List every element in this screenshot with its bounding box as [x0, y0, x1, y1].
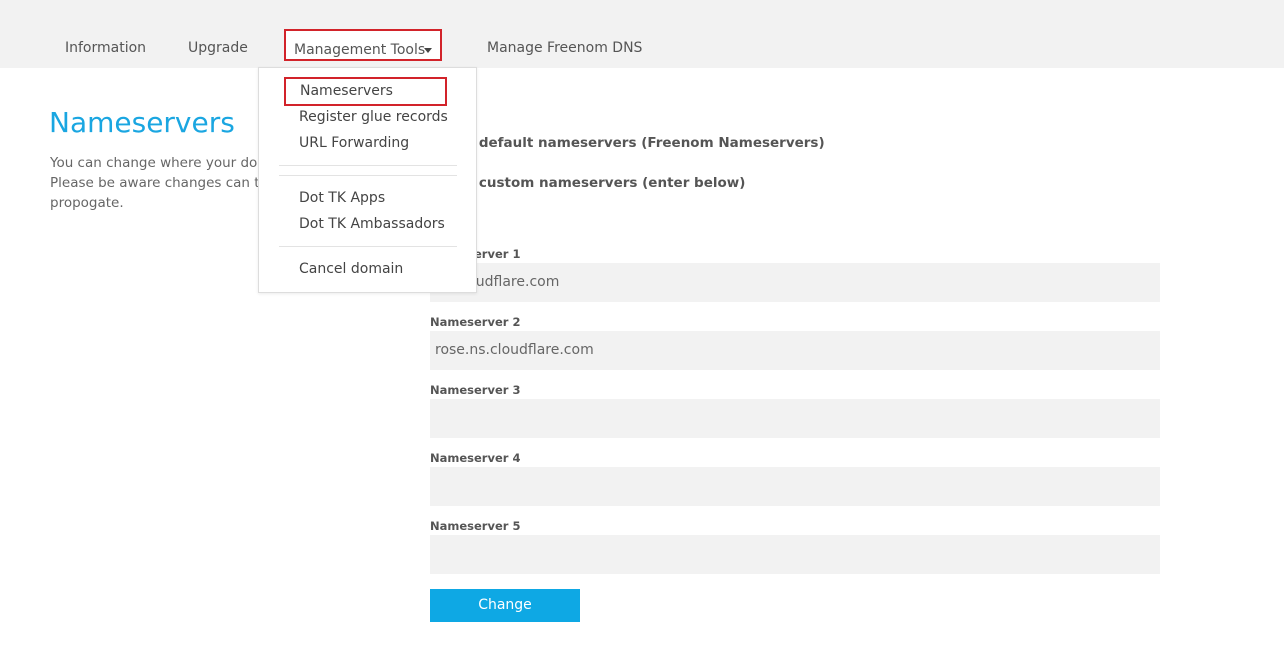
dropdown-item-dot-tk-ambassadors[interactable]: Dot TK Ambassadors	[299, 216, 445, 232]
dropdown-item-url-forwarding[interactable]: URL Forwarding	[299, 135, 409, 151]
nameserver-1-input[interactable]: ns.cloudflare.com	[430, 263, 1160, 302]
nameserver-5-label: Nameserver 5	[430, 519, 521, 533]
nameserver-2-label: Nameserver 2	[430, 315, 521, 329]
dropdown-item-register-glue-records[interactable]: Register glue records	[299, 109, 448, 125]
management-tools-dropdown: Nameservers Register glue records URL Fo…	[258, 67, 477, 293]
nav-upgrade[interactable]: Upgrade	[188, 40, 248, 56]
nav-management-tools[interactable]: Management Tools	[284, 29, 442, 61]
page-title: Nameservers	[49, 106, 235, 139]
nameserver-4-input[interactable]	[430, 467, 1160, 506]
nameserver-3-input[interactable]	[430, 399, 1160, 438]
caret-down-icon	[424, 48, 432, 53]
dropdown-divider	[279, 165, 457, 166]
page-description: You can change where your doma Please be…	[50, 153, 265, 213]
nav-manage-freenom-dns[interactable]: Manage Freenom DNS	[487, 40, 642, 56]
option-default-nameservers[interactable]: e default nameservers (Freenom Nameserve…	[465, 135, 825, 151]
dropdown-item-dot-tk-apps[interactable]: Dot TK Apps	[299, 190, 385, 206]
nameserver-4-label: Nameserver 4	[430, 451, 521, 465]
dropdown-item-nameservers[interactable]: Nameservers	[284, 77, 447, 106]
top-nav: Information Upgrade Management Tools Man…	[0, 0, 1284, 68]
nameserver-2-input[interactable]: rose.ns.cloudflare.com	[430, 331, 1160, 370]
dropdown-divider	[279, 175, 457, 176]
option-custom-nameservers[interactable]: e custom nameservers (enter below)	[465, 175, 745, 191]
change-nameservers-button[interactable]: Change Nameservers	[430, 589, 580, 646]
nameserver-5-input[interactable]	[430, 535, 1160, 574]
description-line: You can change where your doma	[50, 155, 265, 171]
nameserver-3-label: Nameserver 3	[430, 383, 521, 397]
dropdown-divider	[279, 246, 457, 247]
description-line: Please be aware changes can take	[50, 175, 265, 191]
nav-information[interactable]: Information	[65, 40, 146, 56]
description-line: propogate.	[50, 195, 124, 211]
nav-management-tools-label: Management Tools	[294, 42, 426, 58]
dropdown-item-cancel-domain[interactable]: Cancel domain	[299, 261, 403, 277]
